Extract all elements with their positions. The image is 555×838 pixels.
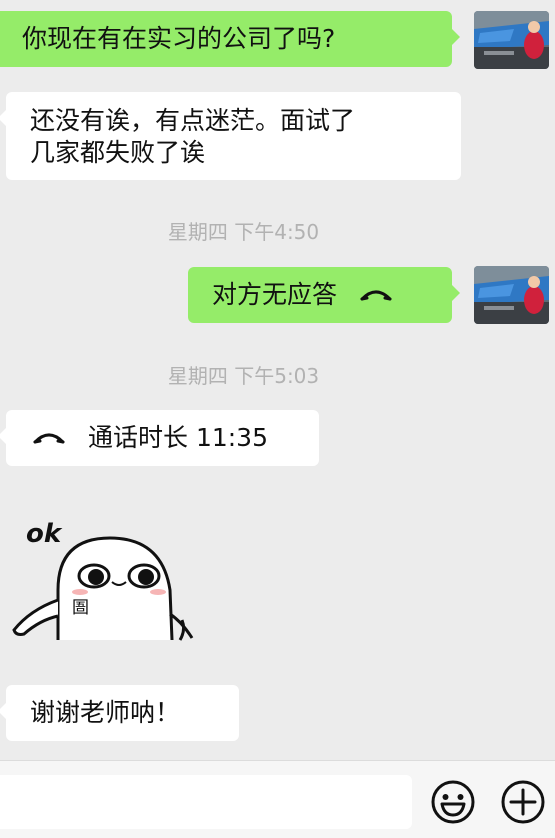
- phone-hangup-icon: [32, 430, 66, 446]
- timestamp: 星期四 下午5:03: [167, 364, 320, 388]
- message-bubble-received[interactable]: 谢谢老师呐！: [0, 685, 239, 741]
- message-input[interactable]: [0, 775, 412, 829]
- phone-hangup-icon: [359, 287, 393, 303]
- message-text: 你现在有在实习的公司了吗?: [22, 24, 336, 53]
- chat-area[interactable]: 你现在有在实习的公司了吗? 还没有诶，有点迷茫。面试了 几家都失败了诶 星期四 …: [0, 0, 555, 760]
- call-duration-bubble-received[interactable]: 通话时长 11:35: [0, 410, 319, 466]
- sticker-badge: 圄: [72, 598, 89, 618]
- input-bar: [0, 760, 555, 838]
- avatar-self[interactable]: [474, 11, 549, 69]
- call-duration-text: 通话时长 11:35: [88, 423, 268, 452]
- smile-icon[interactable]: [430, 779, 476, 825]
- avatar-self[interactable]: [474, 266, 549, 324]
- call-status-bubble-sent[interactable]: 对方无应答: [188, 267, 460, 323]
- call-status-text: 对方无应答: [212, 280, 338, 309]
- timestamp: 星期四 下午4:50: [167, 220, 320, 244]
- ok-ghost-sticker[interactable]: ok 圄: [10, 510, 205, 645]
- message-text-line-2: 几家都失败了诶: [30, 138, 206, 167]
- sticker-text: ok: [26, 519, 63, 549]
- message-text-line-1: 还没有诶，有点迷茫。面试了: [30, 106, 356, 135]
- message-bubble-received[interactable]: 还没有诶，有点迷茫。面试了 几家都失败了诶: [0, 92, 461, 180]
- message-text: 谢谢老师呐！: [30, 698, 181, 727]
- plus-icon[interactable]: [500, 779, 546, 825]
- message-bubble-sent[interactable]: 你现在有在实习的公司了吗?: [0, 11, 460, 67]
